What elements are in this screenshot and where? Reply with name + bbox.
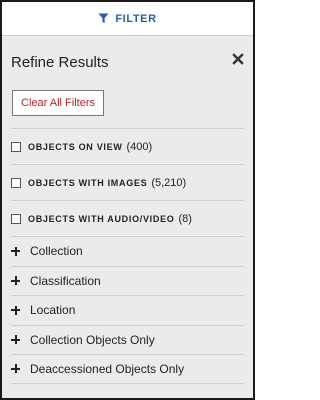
checkbox-filter-label: OBJECTS WITH AUDIO/VIDEO (8) <box>28 213 192 225</box>
facet-deaccessioned-objects-only[interactable]: Deaccessioned Objects Only <box>11 354 244 384</box>
facet-collection[interactable]: Collection <box>11 236 244 266</box>
filter-toggle-label: FILTER <box>115 12 157 25</box>
plus-icon <box>11 305 20 315</box>
checkbox[interactable] <box>11 213 21 224</box>
filter-toggle-button[interactable]: FILTER <box>2 2 253 36</box>
facet-label: Deaccessioned Objects Only <box>30 361 185 376</box>
checkbox-filter-label-text: OBJECTS WITH IMAGES <box>28 177 148 188</box>
checkbox-filter-objects-with-images[interactable]: OBJECTS WITH IMAGES (5,210) <box>11 164 244 200</box>
plus-icon <box>11 335 20 345</box>
checkbox-filter-objects-on-view[interactable]: OBJECTS ON VIEW (400) <box>11 128 244 164</box>
checkbox[interactable] <box>11 141 21 152</box>
checkbox-filter-count: (400) <box>126 140 153 153</box>
plus-icon <box>11 246 20 256</box>
checkbox[interactable] <box>11 177 21 188</box>
panel-header: Refine Results <box>2 36 253 88</box>
facet-label: Classification <box>30 273 101 288</box>
funnel-icon <box>98 13 109 24</box>
facet-collection-objects-only[interactable]: Collection Objects Only <box>11 324 244 355</box>
panel-title: Refine Results <box>11 54 109 71</box>
facet-classification[interactable]: Classification <box>11 265 244 296</box>
filter-list: OBJECTS ON VIEW (400) OBJECTS WITH IMAGES… <box>2 128 253 384</box>
checkbox-filter-label: OBJECTS WITH IMAGES (5,210) <box>28 177 186 189</box>
facet-label: Location <box>30 303 76 318</box>
clear-all-filters-button[interactable]: Clear All Filters <box>12 90 104 116</box>
plus-icon <box>11 364 20 374</box>
checkbox-filter-label: OBJECTS ON VIEW (400) <box>28 141 152 153</box>
checkbox-filter-label-text: OBJECTS ON VIEW <box>28 141 123 152</box>
plus-icon <box>11 276 20 286</box>
checkbox-filter-objects-with-audio-video[interactable]: OBJECTS WITH AUDIO/VIDEO (8) <box>11 200 244 236</box>
filter-panel: FILTER Refine Results Clear All Filters … <box>0 0 255 400</box>
checkbox-filter-count: (5,210) <box>151 176 187 189</box>
checkbox-filter-label-text: OBJECTS WITH AUDIO/VIDEO <box>28 213 175 224</box>
facet-label: Collection <box>30 244 83 259</box>
checkbox-filter-count: (8) <box>178 212 192 225</box>
facet-label: Collection Objects Only <box>30 332 155 347</box>
close-icon[interactable] <box>231 52 245 66</box>
facet-location[interactable]: Location <box>11 295 244 325</box>
